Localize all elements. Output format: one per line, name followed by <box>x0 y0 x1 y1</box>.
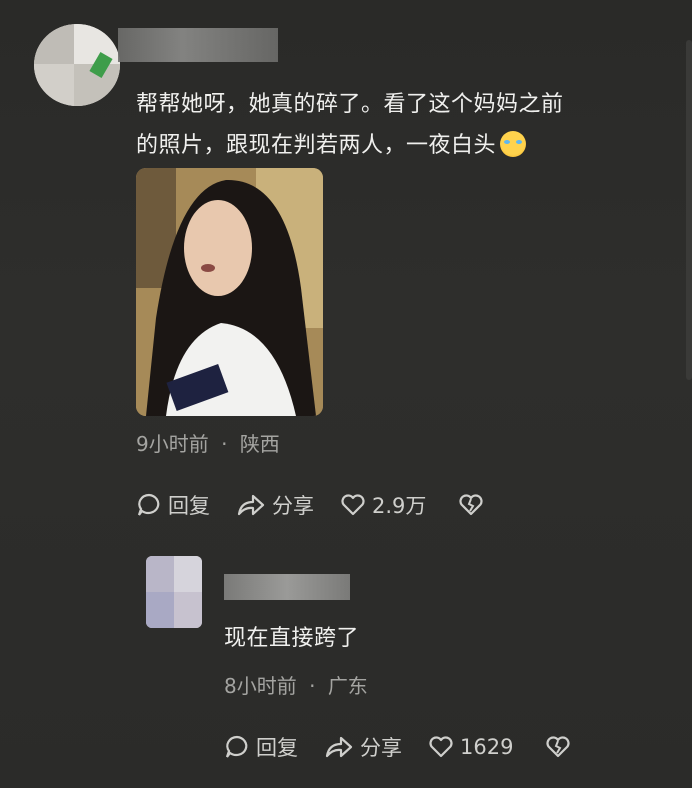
comment-actions: 回复 分享 2.9万 <box>136 490 516 520</box>
reply-location: 广东 <box>327 674 368 698</box>
scrollbar[interactable] <box>686 40 692 380</box>
avatar-pixel <box>34 64 74 106</box>
avatar-pixel <box>34 24 74 64</box>
share-label: 分享 <box>360 736 402 760</box>
reply-time: 8小时前 <box>224 674 297 698</box>
reply-label: 回复 <box>168 494 210 518</box>
comment-photo[interactable] <box>136 168 323 416</box>
share-arrow-icon <box>237 494 265 516</box>
meta-separator: · <box>309 674 316 698</box>
heart-icon <box>429 736 453 758</box>
crying-face-icon <box>500 131 527 157</box>
share-button[interactable]: 分享 <box>236 490 314 520</box>
avatar-pixel <box>146 556 174 592</box>
broken-heart-icon <box>459 494 484 516</box>
reply-username-blurred[interactable] <box>224 574 350 600</box>
heart-icon <box>341 494 365 516</box>
avatar-pixel <box>174 592 202 628</box>
share-label: 分享 <box>272 494 314 518</box>
like-button[interactable]: 2.9万 <box>340 490 426 520</box>
reply-share-button[interactable]: 分享 <box>324 732 402 762</box>
dislike-button[interactable] <box>458 493 490 517</box>
comment-text-line-2: 的照片，跟现在判若两人，一夜白头 <box>136 133 497 158</box>
reply-actions: 回复 分享 1629 <box>224 732 603 762</box>
reply-avatar[interactable] <box>146 556 202 628</box>
reply-text: 现在直接跨了 <box>224 626 360 651</box>
avatar[interactable] <box>34 24 120 106</box>
like-count: 1629 <box>460 735 514 759</box>
reply-button[interactable]: 回复 <box>136 490 210 520</box>
comment-text: 帮帮她呀，她真的碎了。看了这个妈妈之前 的照片，跟现在判若两人，一夜白头 <box>136 84 656 166</box>
comment-time: 9小时前 <box>136 432 209 456</box>
avatar-pixel <box>146 592 174 628</box>
reply-label: 回复 <box>256 736 298 760</box>
reply-reply-button[interactable]: 回复 <box>224 732 298 762</box>
comment-location: 陕西 <box>239 432 280 456</box>
comment-text-line-1: 帮帮她呀，她真的碎了。看了这个妈妈之前 <box>136 92 564 117</box>
speech-bubble-icon <box>225 735 248 758</box>
share-arrow-icon <box>325 736 353 758</box>
reply-meta: 8小时前 · 广东 <box>224 670 368 699</box>
broken-heart-icon <box>546 736 571 758</box>
avatar-pixel <box>174 556 202 592</box>
speech-bubble-icon <box>137 493 160 516</box>
photo-illustration <box>136 168 323 416</box>
reply-like-button[interactable]: 1629 <box>428 735 513 759</box>
reply-dislike-button[interactable] <box>545 735 577 759</box>
comment-meta: 9小时前 · 陕西 <box>136 428 280 457</box>
like-count: 2.9万 <box>372 494 427 518</box>
meta-separator: · <box>221 432 228 456</box>
username-blurred[interactable] <box>118 28 278 62</box>
